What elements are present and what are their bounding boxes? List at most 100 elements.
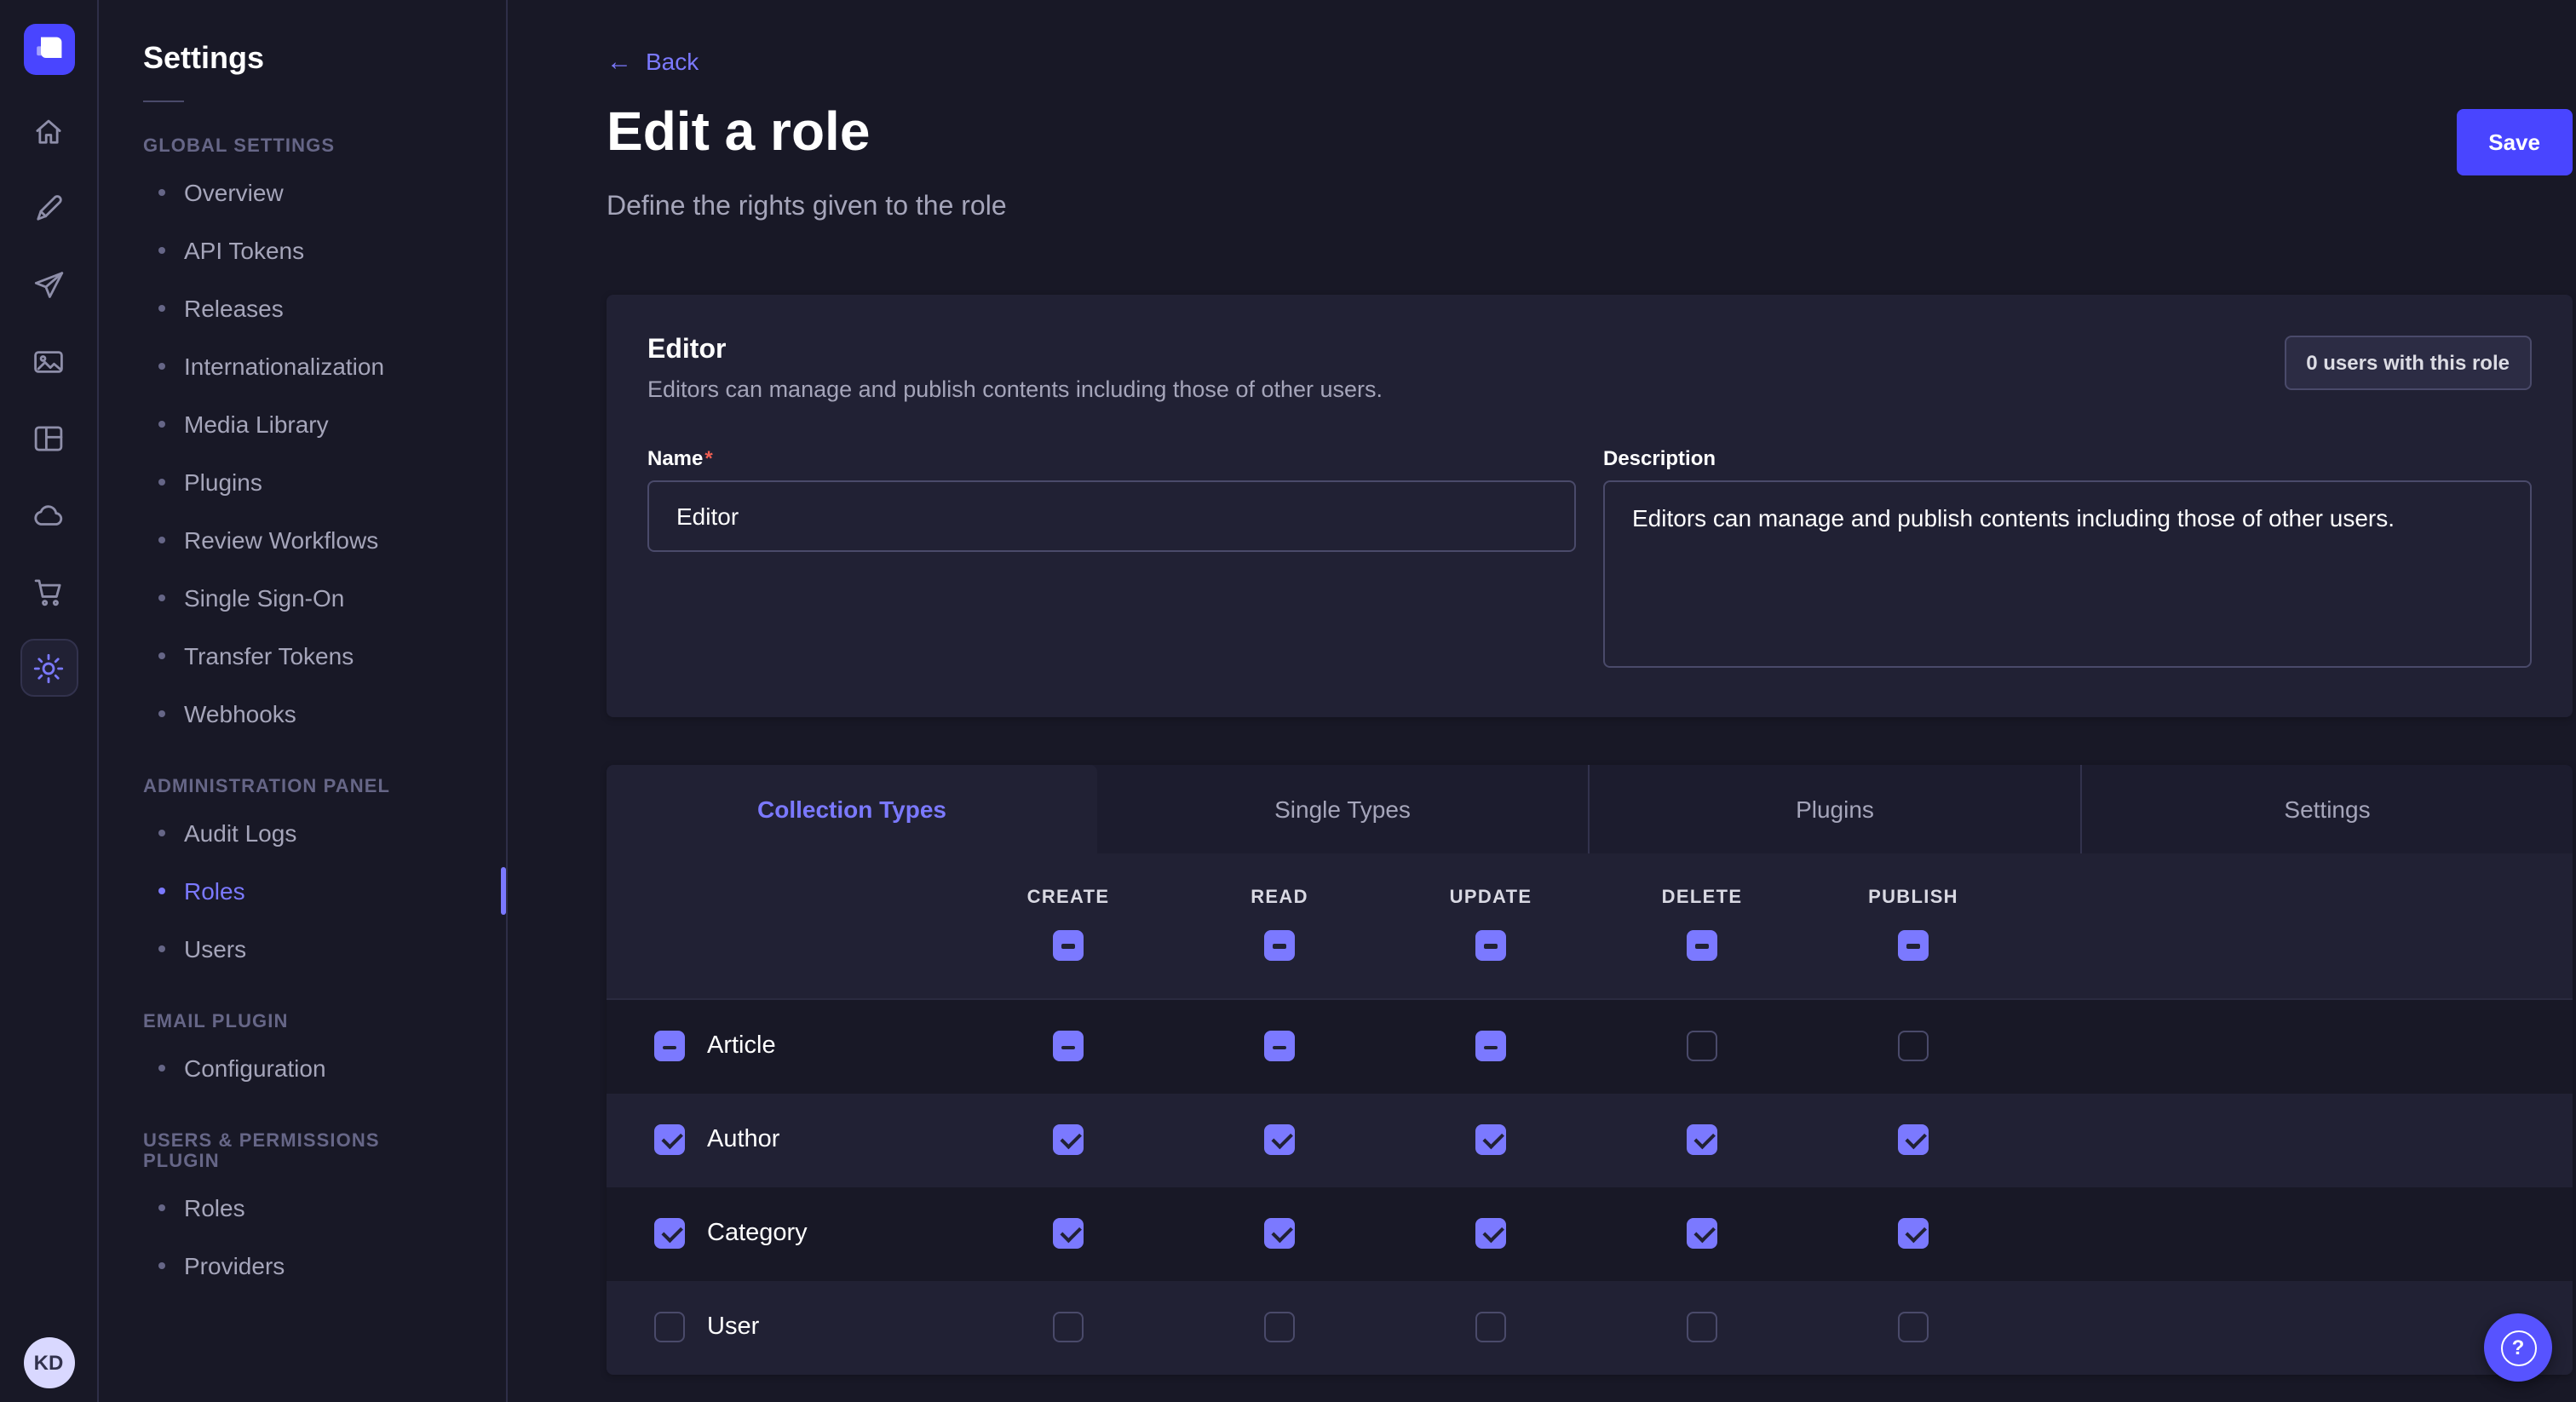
bullet-icon xyxy=(158,1262,165,1269)
sidebar-item-plugins[interactable]: Plugins xyxy=(99,453,506,511)
checkbox-all-delete[interactable] xyxy=(1687,929,1717,960)
item-label: Configuration xyxy=(184,1054,326,1082)
page-title: Edit a role xyxy=(607,101,870,161)
name-label: Name* xyxy=(647,445,1576,469)
sidebar-item-audit-logs[interactable]: Audit Logs xyxy=(99,804,506,862)
role-details-card: Editor Editors can manage and publish co… xyxy=(607,294,2573,716)
checkbox-author-update[interactable] xyxy=(1475,1124,1506,1155)
sidebar-item-api-tokens[interactable]: API Tokens xyxy=(99,221,506,279)
checkbox-author-read[interactable] xyxy=(1264,1124,1295,1155)
pen-icon[interactable] xyxy=(20,179,78,237)
back-link[interactable]: ← Back xyxy=(607,48,699,75)
title-divider xyxy=(143,101,184,102)
column-header-read: READ xyxy=(1251,887,1308,907)
role-description-text: Editors can manage and publish contents … xyxy=(647,376,1383,401)
sidebar-item-internationalization[interactable]: Internationalization xyxy=(99,337,506,395)
avatar-initials: KD xyxy=(34,1351,64,1375)
sidebar-item-overview[interactable]: Overview xyxy=(99,164,506,221)
administration-panel-list: Audit Logs Roles Users xyxy=(99,804,506,978)
checkbox-row-user[interactable] xyxy=(654,1312,685,1342)
checkbox-article-update[interactable] xyxy=(1475,1031,1506,1061)
sidebar-item-roles-admin[interactable]: Roles xyxy=(99,862,506,920)
layout-icon[interactable] xyxy=(20,409,78,467)
checkbox-all-create[interactable] xyxy=(1053,929,1084,960)
checkbox-user-delete[interactable] xyxy=(1687,1312,1717,1342)
checkbox-article-read[interactable] xyxy=(1264,1031,1295,1061)
checkbox-user-update[interactable] xyxy=(1475,1312,1506,1342)
permissions-card: Collection Types Single Types Plugins Se… xyxy=(607,764,2573,1374)
tab-plugins[interactable]: Plugins xyxy=(1588,764,2080,853)
sidebar-item-media-library[interactable]: Media Library xyxy=(99,395,506,453)
table-row-user: User xyxy=(607,1280,2573,1374)
bullet-icon xyxy=(158,595,165,601)
item-label: Roles xyxy=(184,1194,245,1221)
sidebar-item-roles-up[interactable]: Roles xyxy=(99,1179,506,1237)
checkbox-article-publish[interactable] xyxy=(1898,1031,1929,1061)
checkbox-author-delete[interactable] xyxy=(1687,1124,1717,1155)
checkbox-user-publish[interactable] xyxy=(1898,1312,1929,1342)
media-icon[interactable] xyxy=(20,332,78,390)
checkbox-all-read[interactable] xyxy=(1264,929,1295,960)
main-nav-rail: KD xyxy=(0,0,99,1402)
send-icon[interactable] xyxy=(20,256,78,313)
checkbox-author-publish[interactable] xyxy=(1898,1124,1929,1155)
sidebar-item-configuration[interactable]: Configuration xyxy=(99,1039,506,1097)
item-label: Plugins xyxy=(184,468,262,496)
bullet-icon xyxy=(158,537,165,543)
sidebar-item-review-workflows[interactable]: Review Workflows xyxy=(99,511,506,569)
item-label: Review Workflows xyxy=(184,526,378,554)
sidebar-item-transfer-tokens[interactable]: Transfer Tokens xyxy=(99,627,506,685)
tab-settings[interactable]: Settings xyxy=(2080,764,2573,853)
checkbox-user-read[interactable] xyxy=(1264,1312,1295,1342)
checkbox-all-publish[interactable] xyxy=(1898,929,1929,960)
help-button[interactable]: ? xyxy=(2484,1313,2552,1382)
users-permissions-list: Roles Providers xyxy=(99,1179,506,1295)
role-name-heading: Editor xyxy=(647,335,1383,365)
cart-icon[interactable] xyxy=(20,562,78,620)
sidebar-item-single-sign-on[interactable]: Single Sign-On xyxy=(99,569,506,627)
permissions-tabs: Collection Types Single Types Plugins Se… xyxy=(607,764,2573,853)
home-icon[interactable] xyxy=(20,102,78,160)
checkbox-article-create[interactable] xyxy=(1053,1031,1084,1061)
sidebar-item-releases[interactable]: Releases xyxy=(99,279,506,337)
save-button[interactable]: Save xyxy=(2456,108,2573,175)
checkbox-all-update[interactable] xyxy=(1475,929,1506,960)
bullet-icon xyxy=(158,479,165,486)
tab-collection-types[interactable]: Collection Types xyxy=(607,764,1097,853)
checkbox-user-create[interactable] xyxy=(1053,1312,1084,1342)
back-arrow-icon: ← xyxy=(607,49,632,74)
page-subtitle: Define the rights given to the role xyxy=(607,192,2573,222)
table-row-category: Category xyxy=(607,1187,2573,1280)
avatar[interactable]: KD xyxy=(23,1337,74,1388)
description-input[interactable]: Editors can manage and publish contents … xyxy=(1603,480,2532,667)
permissions-table: CREATE READ UPDATE DELETE PUBLISH Articl… xyxy=(607,853,2573,1374)
item-label: Webhooks xyxy=(184,700,296,727)
section-administration-panel: ADMINISTRATION PANEL xyxy=(143,777,462,797)
checkbox-row-author[interactable] xyxy=(654,1124,685,1155)
name-input[interactable] xyxy=(647,480,1576,551)
section-users-permissions-plugin: USERS & PERMISSIONS PLUGIN xyxy=(143,1131,462,1172)
checkbox-article-delete[interactable] xyxy=(1687,1031,1717,1061)
strapi-logo[interactable] xyxy=(23,24,74,75)
checkbox-row-article[interactable] xyxy=(654,1031,685,1061)
section-email-plugin: EMAIL PLUGIN xyxy=(143,1012,462,1032)
checkbox-category-read[interactable] xyxy=(1264,1218,1295,1249)
permissions-table-header: CREATE READ UPDATE DELETE PUBLISH xyxy=(607,853,2573,999)
row-label: Category xyxy=(707,1220,808,1247)
back-label: Back xyxy=(646,48,699,75)
tab-single-types[interactable]: Single Types xyxy=(1097,764,1588,853)
sidebar-item-users[interactable]: Users xyxy=(99,920,506,978)
item-label: Roles xyxy=(184,877,245,905)
sidebar-item-providers[interactable]: Providers xyxy=(99,1237,506,1295)
checkbox-category-update[interactable] xyxy=(1475,1218,1506,1249)
checkbox-category-delete[interactable] xyxy=(1687,1218,1717,1249)
bullet-icon xyxy=(158,363,165,370)
question-icon: ? xyxy=(2500,1330,2536,1365)
checkbox-row-category[interactable] xyxy=(654,1218,685,1249)
checkbox-category-publish[interactable] xyxy=(1898,1218,1929,1249)
checkbox-category-create[interactable] xyxy=(1053,1218,1084,1249)
cloud-icon[interactable] xyxy=(20,486,78,543)
sidebar-item-webhooks[interactable]: Webhooks xyxy=(99,685,506,743)
settings-icon[interactable] xyxy=(20,639,78,697)
checkbox-author-create[interactable] xyxy=(1053,1124,1084,1155)
